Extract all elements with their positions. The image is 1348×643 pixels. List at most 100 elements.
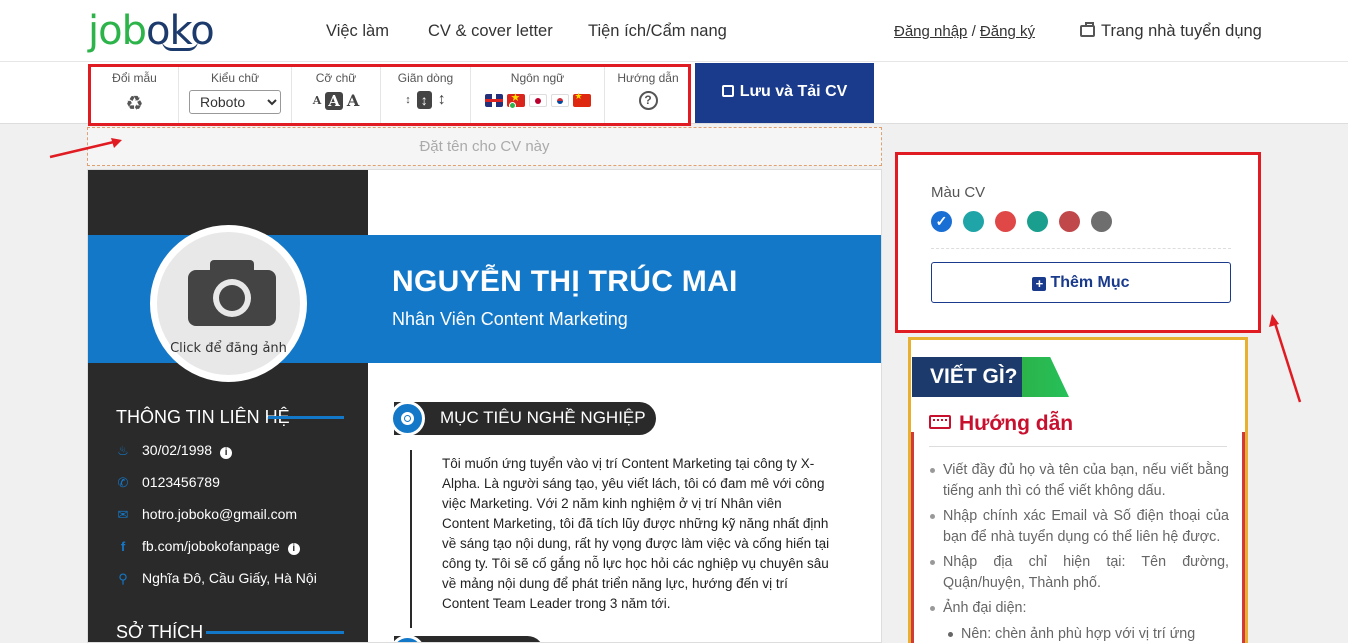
avatar-upload[interactable]: Click để đăng ảnh	[150, 225, 307, 382]
phone-icon: ✆	[117, 475, 129, 490]
contact-email-text: hotro.joboko@gmail.com	[142, 506, 298, 522]
contact-address[interactable]: ⚲ Nghĩa Đô, Cầu Giấy, Hà Nội	[116, 570, 317, 587]
cv-job-title[interactable]: Nhân Viên Content Marketing	[392, 309, 628, 330]
contact-birthday[interactable]: ♨ 30/02/1998 i	[116, 442, 233, 459]
guide-sub-item: Nên: chèn ảnh phù hợp với vị trí ứng	[929, 624, 1229, 643]
add-section-button[interactable]: + Thêm Mục	[931, 262, 1231, 303]
next-section-header[interactable]	[390, 635, 544, 642]
contact-phone-text: 0123456789	[142, 474, 220, 490]
keyboard-icon	[929, 415, 951, 429]
objective-heading: MỤC TIÊU NGHỀ NGHIỆP	[440, 408, 646, 427]
cv-toolbar: Đổi mẫu ♻ Kiểu chữ Roboto Cỡ chữ AAA Giã…	[88, 64, 691, 126]
guide-item: Ảnh đại diện:	[929, 598, 1229, 619]
birthday-cake-icon: ♨	[117, 443, 129, 458]
tool-help-label: Hướng dẫn	[617, 71, 679, 85]
color-swatch-dark-red[interactable]	[1059, 211, 1080, 232]
info-icon[interactable]: i	[287, 543, 300, 555]
line-spacing-large-button[interactable]: ↕	[438, 91, 446, 109]
tool-change-template[interactable]: Đổi mẫu ♻	[91, 67, 179, 123]
save-download-button[interactable]: Lưu và Tải CV	[695, 63, 874, 123]
guide-item: Nhập chính xác Email và Số điện thoại củ…	[929, 506, 1229, 547]
what-to-write-banner: VIẾT GÌ?	[912, 357, 1069, 397]
contact-heading-rule	[268, 416, 344, 419]
cv-name-input[interactable]: Đặt tên cho CV này	[87, 127, 882, 166]
flag-korea-icon[interactable]	[550, 93, 569, 107]
avatar-upload-label: Click để đăng ảnh	[170, 341, 287, 356]
location-icon: ⚲	[118, 571, 128, 586]
guide-divider	[929, 446, 1227, 447]
color-swatch-blue[interactable]	[931, 211, 952, 232]
tool-line-spacing-label: Giãn dòng	[397, 71, 454, 85]
auth-links: Đăng nhập / Đăng ký	[894, 23, 1035, 40]
contact-facebook[interactable]: f fb.com/jobokofanpage i	[116, 538, 300, 555]
target-icon	[390, 401, 425, 436]
logo-text-green: job	[88, 8, 147, 54]
login-link[interactable]: Đăng nhập	[894, 23, 967, 40]
hobby-heading-rule	[206, 631, 344, 634]
objective-timeline-line	[410, 450, 412, 628]
color-swatch-teal[interactable]	[963, 211, 984, 232]
plus-icon: +	[1032, 277, 1047, 291]
contact-facebook-text: fb.com/jobokofanpage	[142, 538, 280, 554]
auth-separator: /	[971, 23, 976, 40]
register-link[interactable]: Đăng ký	[980, 23, 1035, 40]
font-size-small-button[interactable]: A	[313, 94, 322, 107]
save-download-label: Lưu và Tải CV	[739, 83, 848, 100]
flag-china-icon[interactable]	[572, 91, 591, 107]
tool-language: Ngôn ngữ	[471, 67, 605, 123]
tool-font-family: Kiểu chữ Roboto	[179, 67, 292, 123]
what-to-write-label: VIẾT GÌ?	[930, 365, 1018, 388]
camera-icon	[188, 260, 276, 326]
line-spacing-small-button[interactable]: ↕	[405, 94, 411, 106]
cv-color-panel: Màu CV +Thêm Mục	[895, 152, 1261, 333]
info-icon[interactable]: i	[220, 447, 233, 459]
flag-japan-icon[interactable]	[528, 93, 547, 107]
email-icon: ✉	[117, 507, 129, 522]
contact-email[interactable]: ✉ hotro.joboko@gmail.com	[116, 506, 298, 523]
add-section-label: Thêm Mục	[1050, 274, 1130, 291]
guide-title: Hướng dẫn	[929, 412, 1073, 436]
recycle-icon: ♻	[125, 93, 144, 115]
tool-language-label: Ngôn ngữ	[510, 71, 565, 85]
objective-section-header[interactable]: MỤC TIÊU NGHỀ NGHIỆP	[390, 401, 656, 436]
font-family-select[interactable]: Roboto	[189, 90, 281, 114]
briefcase-icon	[1080, 22, 1095, 37]
color-swatch-green[interactable]	[1027, 211, 1048, 232]
objective-text[interactable]: Tôi muốn ứng tuyển vào vị trí Content Ma…	[442, 454, 830, 614]
nav-cv-cover-letter[interactable]: CV & cover letter	[428, 22, 553, 41]
cv-color-label: Màu CV	[931, 184, 986, 201]
employer-link[interactable]: Trang nhà tuyển dụng	[1080, 22, 1262, 41]
tool-help[interactable]: Hướng dẫn ?	[605, 67, 691, 123]
cv-full-name[interactable]: NGUYỄN THỊ TRÚC MAI	[392, 265, 738, 299]
guide-list: Viết đầy đủ họ và tên của bạn, nếu viết …	[929, 460, 1229, 643]
contact-heading[interactable]: THÔNG TIN LIÊN HỆ	[116, 407, 290, 428]
active-language-dot	[509, 102, 516, 109]
tool-line-spacing: Giãn dòng ↕ ↕ ↕	[381, 67, 471, 123]
help-icon: ?	[638, 91, 658, 110]
save-disk-icon	[721, 85, 734, 97]
contact-birthday-text: 30/02/1998	[142, 442, 213, 458]
hobby-heading[interactable]: SỞ THÍCH	[116, 622, 203, 642]
contact-phone[interactable]: ✆ 0123456789	[116, 474, 220, 491]
flag-uk-icon[interactable]	[484, 93, 503, 107]
section-icon	[390, 635, 425, 642]
color-swatch-red[interactable]	[995, 211, 1016, 232]
nav-jobs[interactable]: Việc làm	[326, 22, 389, 41]
tool-font-size-label: Cỡ chữ	[315, 71, 357, 85]
logo-smile-mark	[162, 41, 198, 51]
contact-address-text: Nghĩa Đô, Cầu Giấy, Hà Nội	[142, 570, 317, 586]
color-panel-divider	[931, 248, 1231, 249]
annotation-arrow-right	[1269, 314, 1302, 403]
font-size-large-button[interactable]: A	[347, 91, 359, 110]
guide-title-text: Hướng dẫn	[959, 412, 1074, 435]
top-header: joboko Việc làm CV & cover letter Tiện í…	[0, 0, 1348, 62]
guide-item: Viết đầy đủ họ và tên của bạn, nếu viết …	[929, 460, 1229, 501]
cv-document: Click để đăng ảnh NGUYỄN THỊ TRÚC MAI Nh…	[87, 169, 882, 643]
font-size-medium-button[interactable]: A	[325, 91, 343, 110]
color-swatch-gray[interactable]	[1091, 211, 1112, 232]
line-spacing-medium-button[interactable]: ↕	[416, 91, 432, 110]
nav-utilities[interactable]: Tiện ích/Cẩm nang	[588, 22, 727, 41]
facebook-icon: f	[120, 539, 126, 554]
tool-font-family-label: Kiểu chữ	[210, 71, 260, 85]
writing-guide-panel: VIẾT GÌ? Hướng dẫn Viết đầy đủ họ và tên…	[908, 337, 1248, 643]
